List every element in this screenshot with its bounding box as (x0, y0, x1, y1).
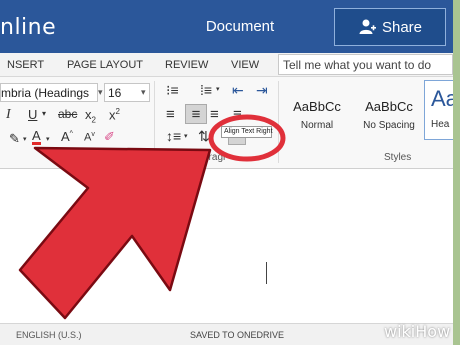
align-right-tooltip: Align Text Right (221, 126, 273, 138)
strikethrough-icon[interactable]: abc (58, 108, 77, 120)
highlight-icon[interactable]: ✎ (9, 132, 20, 145)
underline-icon[interactable]: U (28, 108, 37, 121)
style-no-spacing-sample: AaBbCc (365, 99, 413, 114)
document-title[interactable]: Document (200, 18, 280, 35)
font-name-dropdown-icon[interactable]: ▾ (98, 87, 103, 98)
styles-group-label: Styles (384, 152, 412, 163)
tab-insert[interactable]: NSERT (7, 59, 44, 71)
ribbon-separator (278, 81, 279, 163)
align-left-icon[interactable]: ≡ (166, 107, 175, 122)
ribbon-separator (154, 81, 155, 163)
subscript-icon[interactable]: x2 (85, 108, 96, 125)
superscript-icon[interactable]: x2 (109, 108, 120, 122)
font-color-icon[interactable]: A (32, 129, 41, 145)
ribbon: mbria (Headings ▾ 16 ▾ I U ▾ abc x2 x2 ✎… (0, 77, 453, 169)
share-label: Share (381, 18, 423, 36)
text-cursor (266, 262, 267, 284)
font-group-label: Font (62, 152, 83, 163)
numbering-icon[interactable]: ⁞≡ (200, 83, 212, 97)
grow-font-icon[interactable]: A^ (61, 130, 73, 143)
style-no-spacing-label: No Spacing (363, 120, 415, 131)
style-normal-sample: AaBbCc (293, 99, 341, 114)
wikihow-watermark: wikiHow (384, 322, 451, 341)
font-name-box[interactable]: mbria (Headings (0, 83, 98, 102)
justify-icon[interactable]: ≡ (233, 107, 242, 122)
underline-dropdown-icon[interactable]: ▾ (42, 110, 46, 118)
share-button[interactable]: Share (334, 8, 446, 46)
numbering-dropdown-icon[interactable]: ▾ (216, 86, 220, 93)
line-spacing-icon[interactable]: ↕≡ (166, 129, 181, 143)
document-canvas[interactable] (0, 169, 453, 323)
align-right-icon[interactable]: ≡ (210, 107, 219, 122)
clear-formatting-icon[interactable]: ✐ (104, 130, 115, 143)
font-color-dropdown-icon[interactable]: ▾ (46, 136, 50, 143)
style-heading-sample: Aa (431, 86, 453, 111)
tab-view[interactable]: VIEW (231, 59, 259, 71)
style-no-spacing[interactable]: AaBbCc No Spacing (354, 79, 424, 145)
tab-page-layout[interactable]: PAGE LAYOUT (67, 59, 143, 71)
line-spacing-dropdown-icon[interactable]: ▾ (184, 133, 188, 140)
style-heading-label: Hea (431, 119, 450, 130)
style-heading[interactable]: Aa Hea (424, 80, 453, 140)
add-person-icon (359, 19, 376, 34)
font-size-dropdown-icon[interactable]: ▾ (141, 87, 146, 98)
italic-icon[interactable]: I (6, 108, 11, 122)
style-normal[interactable]: AaBbCc Normal (282, 79, 352, 145)
tell-me-input[interactable]: Tell me what you want to do (278, 54, 453, 75)
increase-indent-icon[interactable]: ⇥ (256, 83, 268, 97)
title-bar: nline Document Share (0, 0, 453, 53)
paragraph-group-label: aragr (203, 152, 227, 163)
align-center-icon[interactable]: ≡ (185, 104, 207, 124)
ribbon-tabs: NSERT PAGE LAYOUT REVIEW VIEW Tell me wh… (0, 53, 453, 77)
word-online-window: nline Document Share NSERT PAGE LAYOUT R… (0, 0, 453, 345)
decrease-indent-icon[interactable]: ⇤ (232, 83, 244, 97)
paragraph-spacing-icon[interactable]: ⇅ (198, 129, 210, 143)
save-status: SAVED TO ONEDRIVE (190, 330, 285, 340)
bullets-icon[interactable]: ⁝≡ (166, 83, 179, 97)
highlight-dropdown-icon[interactable]: ▾ (23, 136, 27, 143)
language-status[interactable]: ENGLISH (U.S.) (16, 330, 82, 340)
style-normal-label: Normal (300, 120, 334, 131)
shrink-font-icon[interactable]: Av (84, 131, 95, 144)
app-name: nline (0, 15, 57, 40)
tab-review[interactable]: REVIEW (165, 59, 208, 71)
